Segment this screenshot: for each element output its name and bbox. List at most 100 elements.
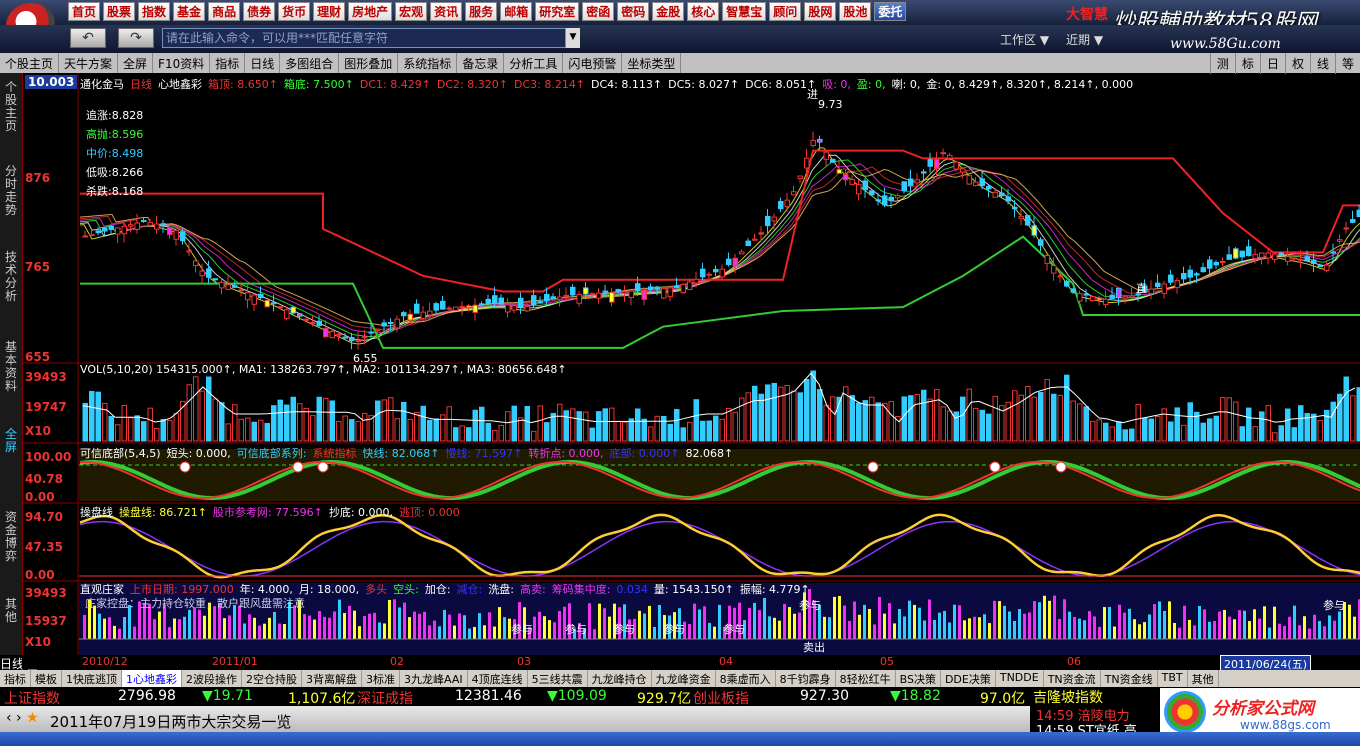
command-input[interactable]: 请在此输入命令，可以用***匹配任意字符: [162, 28, 566, 48]
volume-bar: [1233, 401, 1239, 442]
indicator-tab[interactable]: 2波段操作: [182, 670, 242, 687]
menu-item[interactable]: 首页: [68, 2, 101, 21]
indicator-tab[interactable]: TNDDE: [996, 670, 1044, 687]
chart-area[interactable]: 通化金马 日线 心地鑫彩 箱顶: 8.650↑ 箱底: 7.500↑ DC1: 8.429…: [22, 73, 1360, 655]
side-tab[interactable]: 技术分析: [2, 251, 20, 303]
forward-button[interactable]: ↷: [118, 28, 154, 48]
nav-arrows-icon[interactable]: ‹ › ★: [6, 710, 39, 726]
indicator-tab[interactable]: 3背离解盘: [302, 670, 362, 687]
indicator-tab[interactable]: 8千钧霹身: [776, 670, 836, 687]
toolbar-button[interactable]: 天牛方案: [59, 53, 119, 73]
header-item: DC2: 8.320↑: [436, 78, 508, 91]
toolbar-button[interactable]: 多图组合: [280, 53, 340, 73]
menu-item[interactable]: 基金: [173, 2, 206, 21]
indicator-tab[interactable]: 4顶底连线: [468, 670, 528, 687]
news-headline[interactable]: 2011年07月19日两市大宗交易一览: [50, 711, 291, 732]
indicator-tab[interactable]: 3标准: [362, 670, 400, 687]
menu-item[interactable]: 指数: [138, 2, 171, 21]
header-item: 82.068↑: [685, 447, 734, 460]
indicator-tab[interactable]: TN资金线: [1101, 670, 1158, 687]
indicator-tab[interactable]: 8乘虚而入: [716, 670, 776, 687]
menu-item[interactable]: 顾问: [769, 2, 802, 21]
menu-item[interactable]: 房地产: [348, 2, 393, 21]
indicator-tab[interactable]: TBT: [1158, 670, 1188, 687]
menu-item[interactable]: 服务: [465, 2, 498, 21]
menu-item[interactable]: 股票: [103, 2, 136, 21]
menu-item[interactable]: 资讯: [430, 2, 463, 21]
candle-body: [602, 290, 608, 294]
menu-item[interactable]: 股池: [839, 2, 872, 21]
toolbar-button[interactable]: 指标: [210, 53, 246, 73]
side-tab[interactable]: 其他: [2, 598, 20, 624]
toolbar-button[interactable]: 全屏: [118, 53, 154, 73]
indicator-tab[interactable]: BS决策: [896, 670, 941, 687]
indicator-tab[interactable]: 5三线共震: [528, 670, 588, 687]
menu-item[interactable]: 研究室: [535, 2, 580, 21]
indicator-tab[interactable]: 九龙峰资金: [652, 670, 716, 687]
zz-bar: [968, 618, 971, 639]
side-tab[interactable]: 基本资料: [2, 341, 20, 393]
menu-item[interactable]: 委托: [874, 2, 907, 21]
indicator-tab[interactable]: 2空仓持股: [242, 670, 302, 687]
toolbar-right-button[interactable]: 测: [1209, 53, 1235, 74]
candle-body: [1181, 273, 1187, 280]
side-tab[interactable]: 分时走势: [2, 165, 20, 217]
volume-bar: [1064, 374, 1070, 442]
volume-bar: [271, 405, 277, 442]
menu-item[interactable]: 智慧宝: [722, 2, 767, 21]
side-tab[interactable]: 全屏: [2, 428, 20, 454]
toolbar-right-button[interactable]: 权: [1284, 53, 1310, 74]
candle-body: [1122, 296, 1128, 299]
toolbar-right-button[interactable]: 日: [1259, 53, 1285, 74]
signal-tag: 参与: [565, 623, 587, 636]
ma-line: [79, 154, 1360, 341]
side-tab[interactable]: 个股主页: [2, 81, 20, 133]
indicator-tab[interactable]: TN资金流: [1044, 670, 1101, 687]
toolbar-button[interactable]: 闪电预警: [563, 53, 623, 73]
toolbar-button[interactable]: 日线: [245, 53, 281, 73]
candle-body: [1194, 273, 1200, 276]
indicator-tab[interactable]: 指标: [0, 670, 31, 687]
toolbar-button[interactable]: 备忘录: [457, 53, 505, 73]
indicator-tab[interactable]: 九龙峰持仓: [588, 670, 652, 687]
menu-item[interactable]: 核心: [687, 2, 720, 21]
toolbar-button[interactable]: 系统指标: [398, 53, 458, 73]
candle-body: [355, 340, 361, 343]
indicator-tab[interactable]: 其他: [1188, 670, 1219, 687]
menu-item[interactable]: 货币: [278, 2, 311, 21]
menu-item[interactable]: 邮箱: [500, 2, 533, 21]
news-bar: ‹ › ★ 2011年07月19日两市大宗交易一览: [0, 706, 1030, 732]
toolbar-button[interactable]: 图形叠加: [339, 53, 399, 73]
toolbar-button[interactable]: 分析工具: [504, 53, 564, 73]
indicator-tab[interactable]: DDE决策: [941, 670, 996, 687]
indicator-tab[interactable]: 3九龙峰AAI: [400, 670, 468, 687]
side-tab[interactable]: 资金博弈: [2, 511, 20, 563]
header-item: 高卖:: [519, 583, 546, 596]
recent-dropdown[interactable]: 近期 ▼: [1066, 31, 1103, 48]
toolbar-button[interactable]: F10资料: [153, 53, 211, 73]
menu-item[interactable]: 宏观: [395, 2, 428, 21]
candle-body: [1012, 206, 1018, 210]
chevron-down-icon[interactable]: ▼: [566, 28, 580, 48]
zz-bar: [558, 611, 561, 639]
toolbar-button[interactable]: 个股主页: [0, 53, 60, 73]
ticker-value: 927.30: [800, 688, 849, 704]
toolbar-right-button[interactable]: 线: [1309, 53, 1335, 74]
menu-item[interactable]: 股网: [804, 2, 837, 21]
toolbar-button[interactable]: 坐标类型: [622, 53, 682, 73]
indicator-tab[interactable]: 模板: [31, 670, 62, 687]
menu-item[interactable]: 商品: [208, 2, 241, 21]
indicator-tab[interactable]: 1心地鑫彩: [122, 670, 182, 687]
menu-item[interactable]: 密码: [617, 2, 650, 21]
indicator-tab[interactable]: 8轻松红牛: [836, 670, 896, 687]
menu-item[interactable]: 金股: [652, 2, 685, 21]
menu-item[interactable]: 债券: [243, 2, 276, 21]
toolbar-right-button[interactable]: 等: [1334, 53, 1360, 74]
toolbar-right-button[interactable]: 标: [1234, 53, 1260, 74]
workarea-dropdown[interactable]: 工作区 ▼: [1000, 31, 1049, 48]
volume-bar: [1330, 401, 1336, 442]
back-button[interactable]: ↶: [70, 28, 106, 48]
menu-item[interactable]: 理财: [313, 2, 346, 21]
indicator-tab[interactable]: 1快底逃顶: [62, 670, 122, 687]
menu-item[interactable]: 密函: [582, 2, 615, 21]
